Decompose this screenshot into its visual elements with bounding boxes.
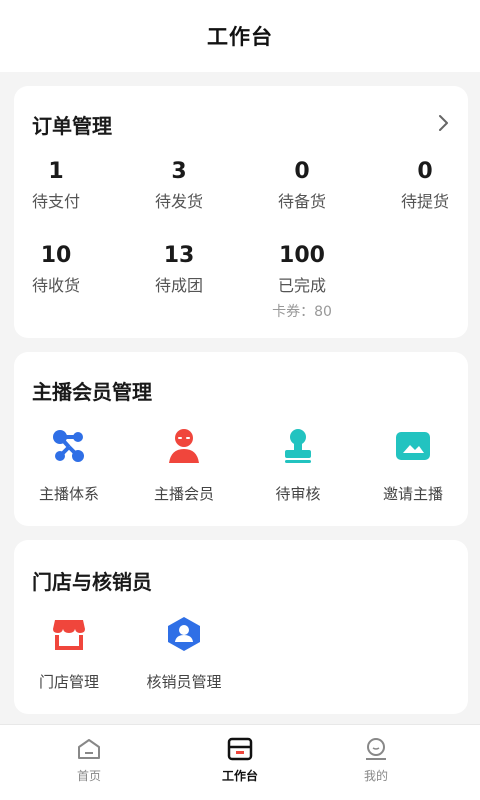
stat-count: 0 <box>417 159 433 184</box>
grid-item-label: 核销员管理 <box>146 673 222 691</box>
stat-pending-pickup[interactable]: 0 待提货 <box>375 158 475 214</box>
tab-label: 我的 <box>363 769 388 783</box>
store-card: 门店与核销员 门店管理 核销员管理 <box>14 540 468 714</box>
verifier-icon <box>164 614 204 654</box>
grid-item-store-management[interactable]: 门店管理 <box>14 614 124 692</box>
stat-label: 待收货 <box>31 276 80 295</box>
grid-item-host-system[interactable]: 主播体系 <box>14 426 124 504</box>
grid-item-pending-review[interactable]: 待审核 <box>243 426 353 504</box>
grid-item-label: 邀请主播 <box>382 485 443 503</box>
stat-completed[interactable]: 100 已完成 卡券：80 <box>252 242 352 322</box>
stat-label: 待备货 <box>277 192 326 211</box>
host-card-title: 主播会员管理 <box>32 380 152 404</box>
stat-pending-payment[interactable]: 1 待支付 <box>6 158 106 214</box>
tab-profile[interactable]: 我的 <box>316 735 436 784</box>
coupon-count: 卡券：80 <box>272 304 332 320</box>
stamp-icon <box>278 426 318 466</box>
network-icon <box>49 426 89 466</box>
tab-label: 首页 <box>76 769 101 783</box>
grid-item-verifier-management[interactable]: 核销员管理 <box>129 614 239 692</box>
order-card-title: 订单管理 <box>32 114 112 138</box>
image-icon <box>393 426 433 466</box>
order-card: 订单管理 1 待支付 3 待发货 0 待备货 0 待提货 10 待收货 13 待… <box>14 86 468 338</box>
stat-pending-stock[interactable]: 0 待备货 <box>252 158 352 214</box>
tab-home[interactable]: 首页 <box>29 735 149 784</box>
workbench-icon <box>180 735 300 763</box>
grid-item-label: 主播会员 <box>153 485 214 503</box>
stat-count: 13 <box>163 243 195 268</box>
grid-item-label: 待审核 <box>275 485 321 503</box>
user-icon <box>164 426 204 466</box>
stat-count: 0 <box>294 159 310 184</box>
host-card: 主播会员管理 主播体系 主播会员 待审核 邀请主播 <box>14 352 468 526</box>
grid-item-label: 门店管理 <box>38 673 99 691</box>
stat-label: 待成团 <box>154 276 203 295</box>
tab-workbench[interactable]: 工作台 <box>180 735 300 784</box>
stat-label: 待发货 <box>154 192 203 211</box>
profile-icon <box>316 735 436 763</box>
stat-count: 100 <box>279 243 325 268</box>
store-icon <box>49 614 89 654</box>
stat-count: 1 <box>48 159 64 184</box>
tab-label: 工作台 <box>221 769 258 783</box>
bottom-tab-bar: 首页 工作台 我的 <box>0 724 480 800</box>
grid-item-invite-host[interactable]: 邀请主播 <box>358 426 468 504</box>
stat-count: 3 <box>171 159 187 184</box>
stat-label: 已完成 <box>277 276 326 295</box>
page-title: 工作台 <box>207 25 273 49</box>
grid-item-host-member[interactable]: 主播会员 <box>129 426 239 504</box>
stat-pending-receipt[interactable]: 10 待收货 <box>6 242 106 298</box>
home-icon <box>29 735 149 763</box>
store-card-title: 门店与核销员 <box>32 570 152 594</box>
stat-label: 待支付 <box>31 192 80 211</box>
stat-pending-group[interactable]: 13 待成团 <box>129 242 229 298</box>
stat-label: 待提货 <box>400 192 449 211</box>
chevron-right-icon[interactable] <box>434 112 454 134</box>
stat-pending-shipment[interactable]: 3 待发货 <box>129 158 229 214</box>
grid-item-label: 主播体系 <box>38 485 99 503</box>
stat-count: 10 <box>40 243 72 268</box>
top-bar: 工作台 <box>0 0 480 72</box>
